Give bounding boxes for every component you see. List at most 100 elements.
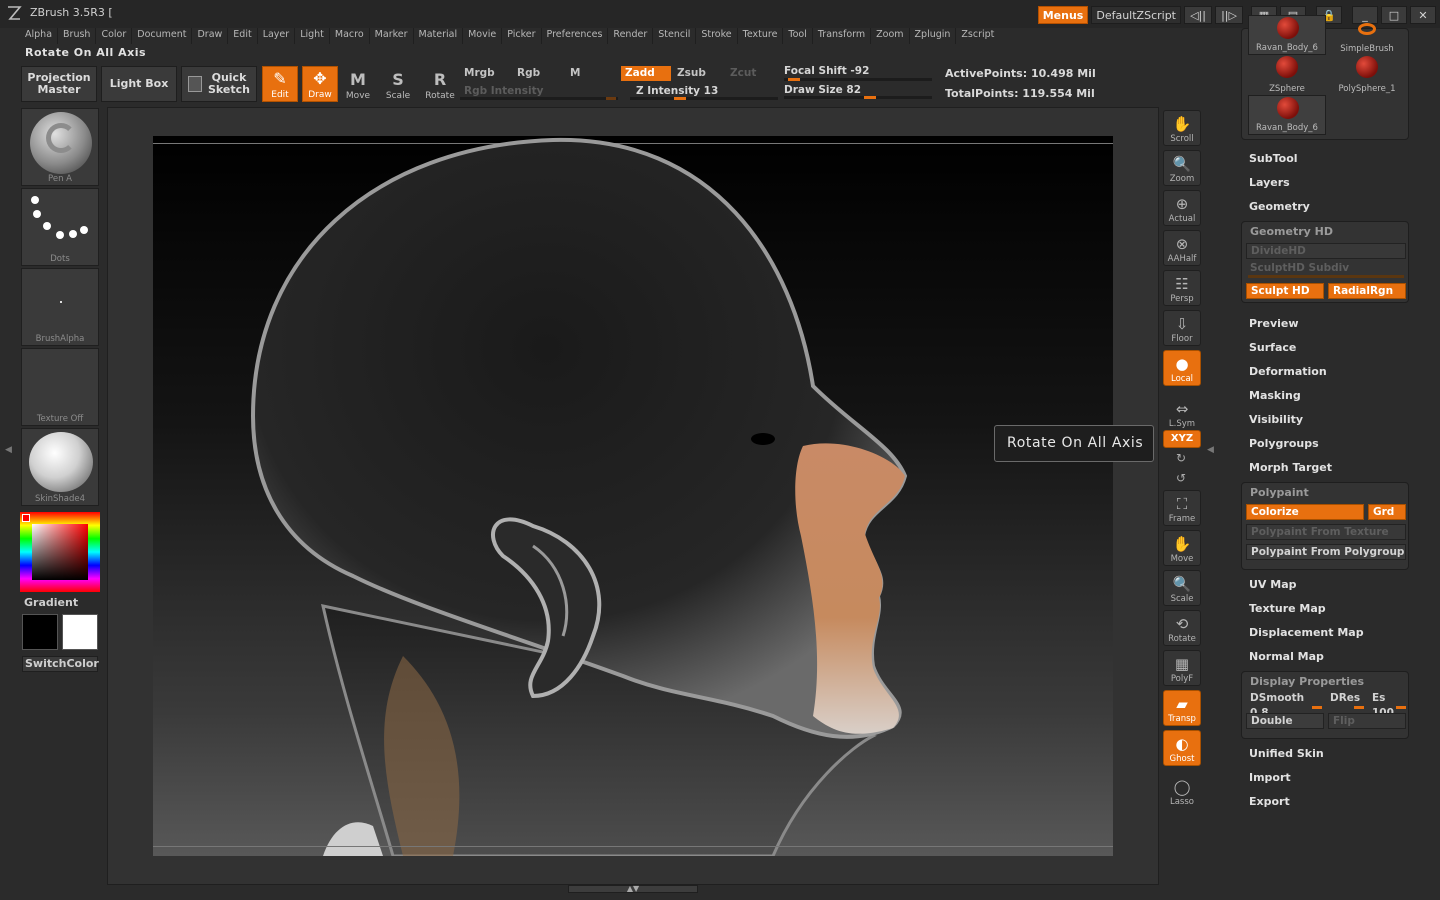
polypaint-title[interactable]: Polypaint bbox=[1250, 486, 1309, 499]
zoom-button[interactable]: 🔍 Zoom bbox=[1163, 150, 1201, 186]
menu-color[interactable]: Color bbox=[95, 28, 131, 44]
left-tray-toggle-icon[interactable]: ◁|| bbox=[1184, 6, 1212, 24]
texture-map-section[interactable]: Texture Map bbox=[1249, 602, 1326, 615]
es-slider[interactable]: Es 100 bbox=[1368, 691, 1408, 719]
displacement-map-section[interactable]: Displacement Map bbox=[1249, 626, 1364, 639]
zcut-button[interactable]: Zcut bbox=[726, 66, 774, 81]
menu-stroke[interactable]: Stroke bbox=[695, 28, 736, 44]
move-mode-button[interactable]: M Move bbox=[340, 66, 376, 102]
local-button[interactable]: ● Local bbox=[1163, 350, 1201, 386]
gradient-label[interactable]: Gradient bbox=[24, 596, 78, 609]
stroke-slot[interactable]: Dots bbox=[21, 188, 99, 266]
actual-button[interactable]: ⊕ Actual bbox=[1163, 190, 1201, 226]
dres-slider[interactable]: DRes bbox=[1326, 691, 1366, 707]
mrgb-button[interactable]: Mrgb bbox=[460, 66, 508, 81]
geometry-hd-title[interactable]: Geometry HD bbox=[1250, 225, 1333, 238]
rotate-y-icon[interactable]: ↻ bbox=[1176, 451, 1186, 465]
rotate-z-icon[interactable]: ↺ bbox=[1176, 471, 1186, 485]
polypaint-from-polygroup-button[interactable]: Polypaint From Polygroup bbox=[1246, 544, 1406, 560]
brush-slot[interactable]: Pen A bbox=[21, 108, 99, 186]
left-tray-collapse-icon[interactable]: ◀ bbox=[5, 445, 13, 475]
canvas-bottom-scroll-handle[interactable]: ▲▼ bbox=[568, 885, 698, 893]
polyf-button[interactable]: ▦ PolyF bbox=[1163, 650, 1201, 686]
menu-light[interactable]: Light bbox=[294, 28, 329, 44]
sculpt-hd-button[interactable]: Sculpt HD bbox=[1246, 283, 1324, 299]
tool-thumb-ravan-body[interactable]: Ravan_Body_6 bbox=[1248, 95, 1326, 135]
layers-section[interactable]: Layers bbox=[1249, 176, 1290, 189]
lasso-button[interactable]: ◯ Lasso bbox=[1163, 772, 1201, 808]
projection-master-button[interactable]: Projection Master bbox=[21, 66, 97, 102]
uv-map-section[interactable]: UV Map bbox=[1249, 578, 1297, 591]
saturation-value-square[interactable] bbox=[32, 524, 88, 580]
close-icon[interactable]: ✕ bbox=[1410, 6, 1436, 24]
export-section[interactable]: Export bbox=[1249, 795, 1290, 808]
aahalf-button[interactable]: ⊗ AAHalf bbox=[1163, 230, 1201, 266]
focal-shift-slider[interactable]: Focal Shift -92 bbox=[784, 65, 932, 82]
default-zscript-button[interactable]: DefaultZScript bbox=[1091, 6, 1181, 24]
z-intensity-slider[interactable]: Z Intensity 13 bbox=[630, 84, 778, 101]
menu-preferences[interactable]: Preferences bbox=[540, 28, 608, 44]
quick-sketch-button[interactable]: Quick Sketch bbox=[181, 66, 257, 102]
tool-thumb-ravan-body-top[interactable]: Ravan_Body_6 bbox=[1248, 15, 1326, 55]
display-properties-title[interactable]: Display Properties bbox=[1250, 675, 1364, 688]
floor-button[interactable]: ⇩ Floor bbox=[1163, 310, 1201, 346]
draw-size-slider[interactable]: Draw Size 82 bbox=[784, 83, 932, 100]
rotate-view-button[interactable]: ⟲ Rotate bbox=[1163, 610, 1201, 646]
menu-draw[interactable]: Draw bbox=[191, 28, 227, 44]
normal-map-section[interactable]: Normal Map bbox=[1249, 650, 1324, 663]
double-button[interactable]: Double bbox=[1246, 713, 1324, 729]
morph-target-section[interactable]: Morph Target bbox=[1249, 461, 1332, 474]
surface-section[interactable]: Surface bbox=[1249, 341, 1296, 354]
menu-tool[interactable]: Tool bbox=[782, 28, 811, 44]
menu-edit[interactable]: Edit bbox=[227, 28, 256, 44]
material-slot[interactable]: SkinShade4 bbox=[21, 428, 99, 506]
polypaint-from-texture-button[interactable]: Polypaint From Texture bbox=[1246, 524, 1406, 540]
rgb-intensity-slider[interactable]: Rgb Intensity bbox=[460, 84, 618, 101]
ghost-button[interactable]: ◐ Ghost bbox=[1163, 730, 1201, 766]
preview-section[interactable]: Preview bbox=[1249, 317, 1299, 330]
lsym-button[interactable]: ⇔ L.Sym bbox=[1163, 394, 1201, 430]
menu-picker[interactable]: Picker bbox=[501, 28, 540, 44]
menu-texture[interactable]: Texture bbox=[736, 28, 783, 44]
rgb-button[interactable]: Rgb bbox=[513, 66, 561, 81]
zadd-button[interactable]: Zadd bbox=[621, 66, 671, 81]
scale-view-button[interactable]: 🔍 Scale bbox=[1163, 570, 1201, 606]
menu-macro[interactable]: Macro bbox=[328, 28, 369, 44]
unified-skin-section[interactable]: Unified Skin bbox=[1249, 747, 1324, 760]
menu-zoom[interactable]: Zoom bbox=[870, 28, 908, 44]
menu-zscript[interactable]: Zscript bbox=[955, 28, 999, 44]
menu-brush[interactable]: Brush bbox=[57, 28, 95, 44]
switch-color-button[interactable]: SwitchColor bbox=[22, 656, 99, 672]
masking-section[interactable]: Masking bbox=[1249, 389, 1301, 402]
menu-alpha[interactable]: Alpha bbox=[20, 28, 57, 44]
scroll-button[interactable]: ✋ Scroll bbox=[1163, 110, 1201, 146]
visibility-section[interactable]: Visibility bbox=[1249, 413, 1303, 426]
primary-color-swatch[interactable] bbox=[22, 614, 58, 650]
menu-document[interactable]: Document bbox=[131, 28, 191, 44]
transp-button[interactable]: ▰ Transp bbox=[1163, 690, 1201, 726]
right-tray-collapse-icon[interactable]: ◀ bbox=[1207, 445, 1215, 475]
move-view-button[interactable]: ✋ Move bbox=[1163, 530, 1201, 566]
rotate-mode-button[interactable]: R Rotate bbox=[422, 66, 458, 102]
polygroups-section[interactable]: Polygroups bbox=[1249, 437, 1319, 450]
menu-transform[interactable]: Transform bbox=[811, 28, 870, 44]
subtool-section[interactable]: SubTool bbox=[1249, 152, 1298, 165]
menu-material[interactable]: Material bbox=[412, 28, 463, 44]
radial-rgn-button[interactable]: RadialRgn bbox=[1328, 283, 1406, 299]
tool-thumb-simplebrush[interactable]: SimpleBrush bbox=[1328, 15, 1406, 55]
alpha-slot[interactable]: BrushAlpha bbox=[21, 268, 99, 346]
m-button[interactable]: M bbox=[566, 66, 614, 81]
dsmooth-slider[interactable]: DSmooth 0.8 bbox=[1246, 691, 1320, 719]
head-model[interactable] bbox=[153, 136, 1113, 856]
import-section[interactable]: Import bbox=[1249, 771, 1291, 784]
menu-stencil[interactable]: Stencil bbox=[652, 28, 695, 44]
scale-mode-button[interactable]: S Scale bbox=[380, 66, 416, 102]
edit-mode-button[interactable]: ✎ Edit bbox=[262, 66, 298, 102]
draw-mode-button[interactable]: ✥ Draw bbox=[302, 66, 338, 102]
colorize-button[interactable]: Colorize bbox=[1246, 504, 1364, 520]
geometry-section[interactable]: Geometry bbox=[1249, 200, 1310, 213]
right-tray-toggle-icon[interactable]: ||▷ bbox=[1215, 6, 1243, 24]
tool-thumb-polysphere[interactable]: PolySphere_1 bbox=[1328, 55, 1406, 95]
color-picker[interactable] bbox=[20, 512, 100, 592]
xyz-rotate-button[interactable]: XYZ bbox=[1163, 430, 1201, 448]
